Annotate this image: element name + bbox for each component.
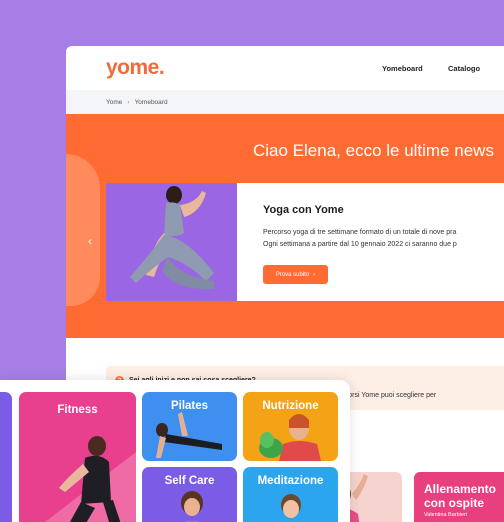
card-desc-line1: Percorso yoga di tre settimane formato d… bbox=[263, 229, 457, 236]
pilates-illustration bbox=[156, 412, 222, 458]
card-title: Yoga con Yome bbox=[263, 204, 344, 216]
chevron-right-icon: › bbox=[313, 271, 316, 278]
categories-panel: Fitness Pilates Nutrizione Self Care Med… bbox=[0, 380, 350, 522]
breadcrumb: Yome › Yomeboard bbox=[66, 90, 504, 114]
category-self-care[interactable]: Self Care bbox=[142, 467, 237, 522]
fitness-illustration bbox=[45, 436, 136, 522]
yoga-illustration bbox=[130, 186, 214, 290]
yoga-image bbox=[106, 183, 237, 301]
category-pilates[interactable]: Pilates bbox=[142, 392, 237, 461]
breadcrumb-home[interactable]: Yome bbox=[106, 99, 122, 106]
self-care-illustration bbox=[181, 491, 203, 522]
breadcrumb-current: Yomeboard bbox=[134, 98, 168, 106]
guest-title-line2: con ospite bbox=[424, 496, 485, 510]
card-desc-line2: Ogni settimana a partire dal 10 gennaio … bbox=[263, 241, 457, 248]
news-hero: Ciao Elena, ecco le ultime news ‹ Yoga c… bbox=[66, 114, 504, 338]
header: yome. Yomeboard Catalogo bbox=[66, 46, 504, 90]
category-tile-partial[interactable] bbox=[0, 392, 12, 522]
category-meditazione[interactable]: Meditazione bbox=[243, 467, 338, 522]
news-card: Yoga con Yome Percorso yoga di tre setti… bbox=[106, 183, 504, 301]
nutrition-illustration bbox=[259, 414, 321, 461]
guest-title: Allenamento con ospite bbox=[424, 482, 496, 510]
try-now-button[interactable]: Prova subito › bbox=[263, 265, 328, 284]
guest-title-line1: Allenamento bbox=[424, 482, 497, 496]
hero-decoration bbox=[66, 154, 100, 306]
try-now-label: Prova subito bbox=[275, 271, 310, 278]
course-card-guest[interactable]: Allenamento con ospite Valentina Barbier… bbox=[414, 472, 504, 522]
nav-catalogo[interactable]: Catalogo bbox=[448, 46, 480, 90]
category-nutrizione[interactable]: Nutrizione bbox=[243, 392, 338, 461]
meditation-illustration bbox=[281, 494, 301, 518]
category-fitness[interactable]: Fitness bbox=[19, 392, 136, 522]
carousel-prev-icon[interactable]: ‹ bbox=[88, 234, 92, 248]
chevron-right-icon: › bbox=[127, 98, 130, 106]
yome-logo[interactable]: yome. bbox=[106, 56, 165, 80]
hero-title: Ciao Elena, ecco le ultime news bbox=[253, 141, 494, 160]
nav-yomeboard[interactable]: Yomeboard bbox=[382, 46, 423, 90]
guest-name: Valentina Barbieri bbox=[424, 512, 468, 518]
card-description: Percorso yoga di tre settimane formato d… bbox=[263, 227, 457, 251]
